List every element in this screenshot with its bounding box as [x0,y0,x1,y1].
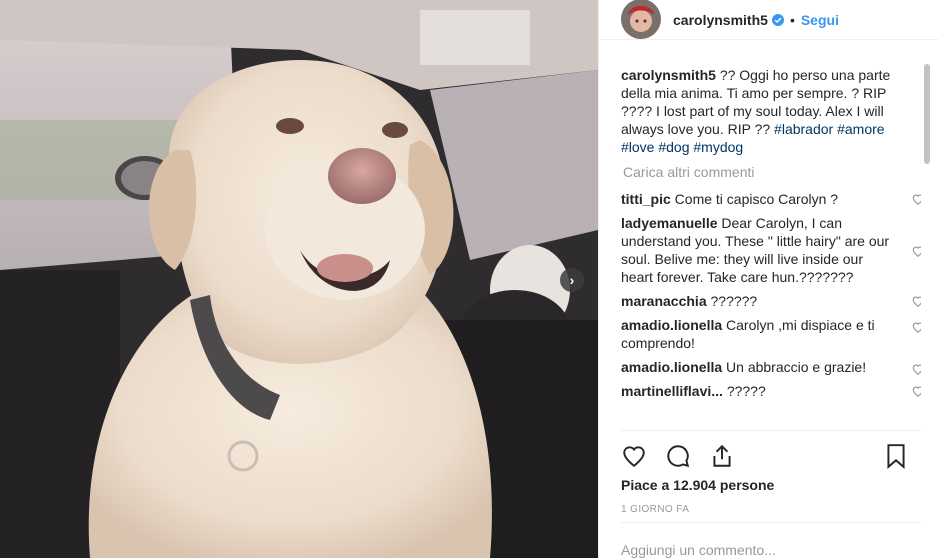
comment-username[interactable]: amadio.lionella [621,317,722,333]
comment-username[interactable]: maranacchia [621,293,707,309]
list-item: martinelliflavi... ????? [621,382,921,400]
post-author-username[interactable]: carolynsmith5 [673,12,768,28]
comment-text: Un abbraccio e grazie! [726,359,867,375]
add-comment-input[interactable] [621,541,921,558]
like-comment-heart-icon[interactable] [911,244,921,258]
list-item: titti_pic Come ti capisco Carolyn ? [621,190,921,208]
comments-list: carolynsmith5 ?? Oggi ho perso una parte… [621,66,921,430]
chevron-right-icon: › [569,272,575,288]
add-comment-bar [621,522,921,558]
share-icon[interactable] [709,443,735,469]
bookmark-icon[interactable] [883,443,909,469]
like-comment-heart-icon[interactable] [911,320,921,334]
comment-username[interactable]: ladyemanuelle [621,215,718,231]
post-timestamp: 1 GIORNO FA [621,504,690,515]
like-heart-icon[interactable] [621,443,647,469]
comment-bubble-icon[interactable] [665,443,691,469]
comment-username[interactable]: martinelliflavi... [621,383,723,399]
list-item: amadio.lionella Carolyn ,mi dispiace e t… [621,316,921,352]
comments-scrollbar[interactable] [924,64,930,164]
comment-text: Come ti capisco Carolyn ? [674,191,839,207]
follow-button[interactable]: Segui [801,12,839,28]
post-header: carolynsmith5 • Segui [599,0,938,40]
like-comment-heart-icon[interactable] [911,192,921,206]
like-comment-heart-icon[interactable] [911,294,921,308]
verified-badge-icon [771,13,784,26]
post-photo[interactable]: › [0,0,598,558]
like-comment-heart-icon[interactable] [911,384,921,398]
instagram-post-view: › carolynsmith5 • Segui carolynsmith5 ??… [0,0,938,558]
caption: carolynsmith5 ?? Oggi ho perso una parte… [621,66,921,156]
likes-count[interactable]: Piace a 12.904 persone [621,477,774,493]
comment-username[interactable]: titti_pic [621,191,671,207]
comment-text: ?????? [710,293,758,309]
avatar[interactable] [621,0,661,39]
like-comment-heart-icon[interactable] [911,362,921,376]
post-action-bar [621,430,921,476]
comment-text: ????? [726,383,766,399]
list-item: amadio.lionella Un abbraccio e grazie! [621,358,921,376]
caption-username[interactable]: carolynsmith5 [621,67,716,83]
separator-dot: • [789,11,795,28]
post-side-panel: carolynsmith5 • Segui carolynsmith5 ?? O… [598,0,938,558]
next-photo-button[interactable]: › [560,268,584,292]
dog-photo-image [0,0,598,558]
comment-username[interactable]: amadio.lionella [621,359,722,375]
load-more-comments-link[interactable]: Carica altri commenti [623,164,921,180]
list-item: maranacchia ?????? [621,292,921,310]
list-item: ladyemanuelle Dear Carolyn, I can unders… [621,214,921,286]
